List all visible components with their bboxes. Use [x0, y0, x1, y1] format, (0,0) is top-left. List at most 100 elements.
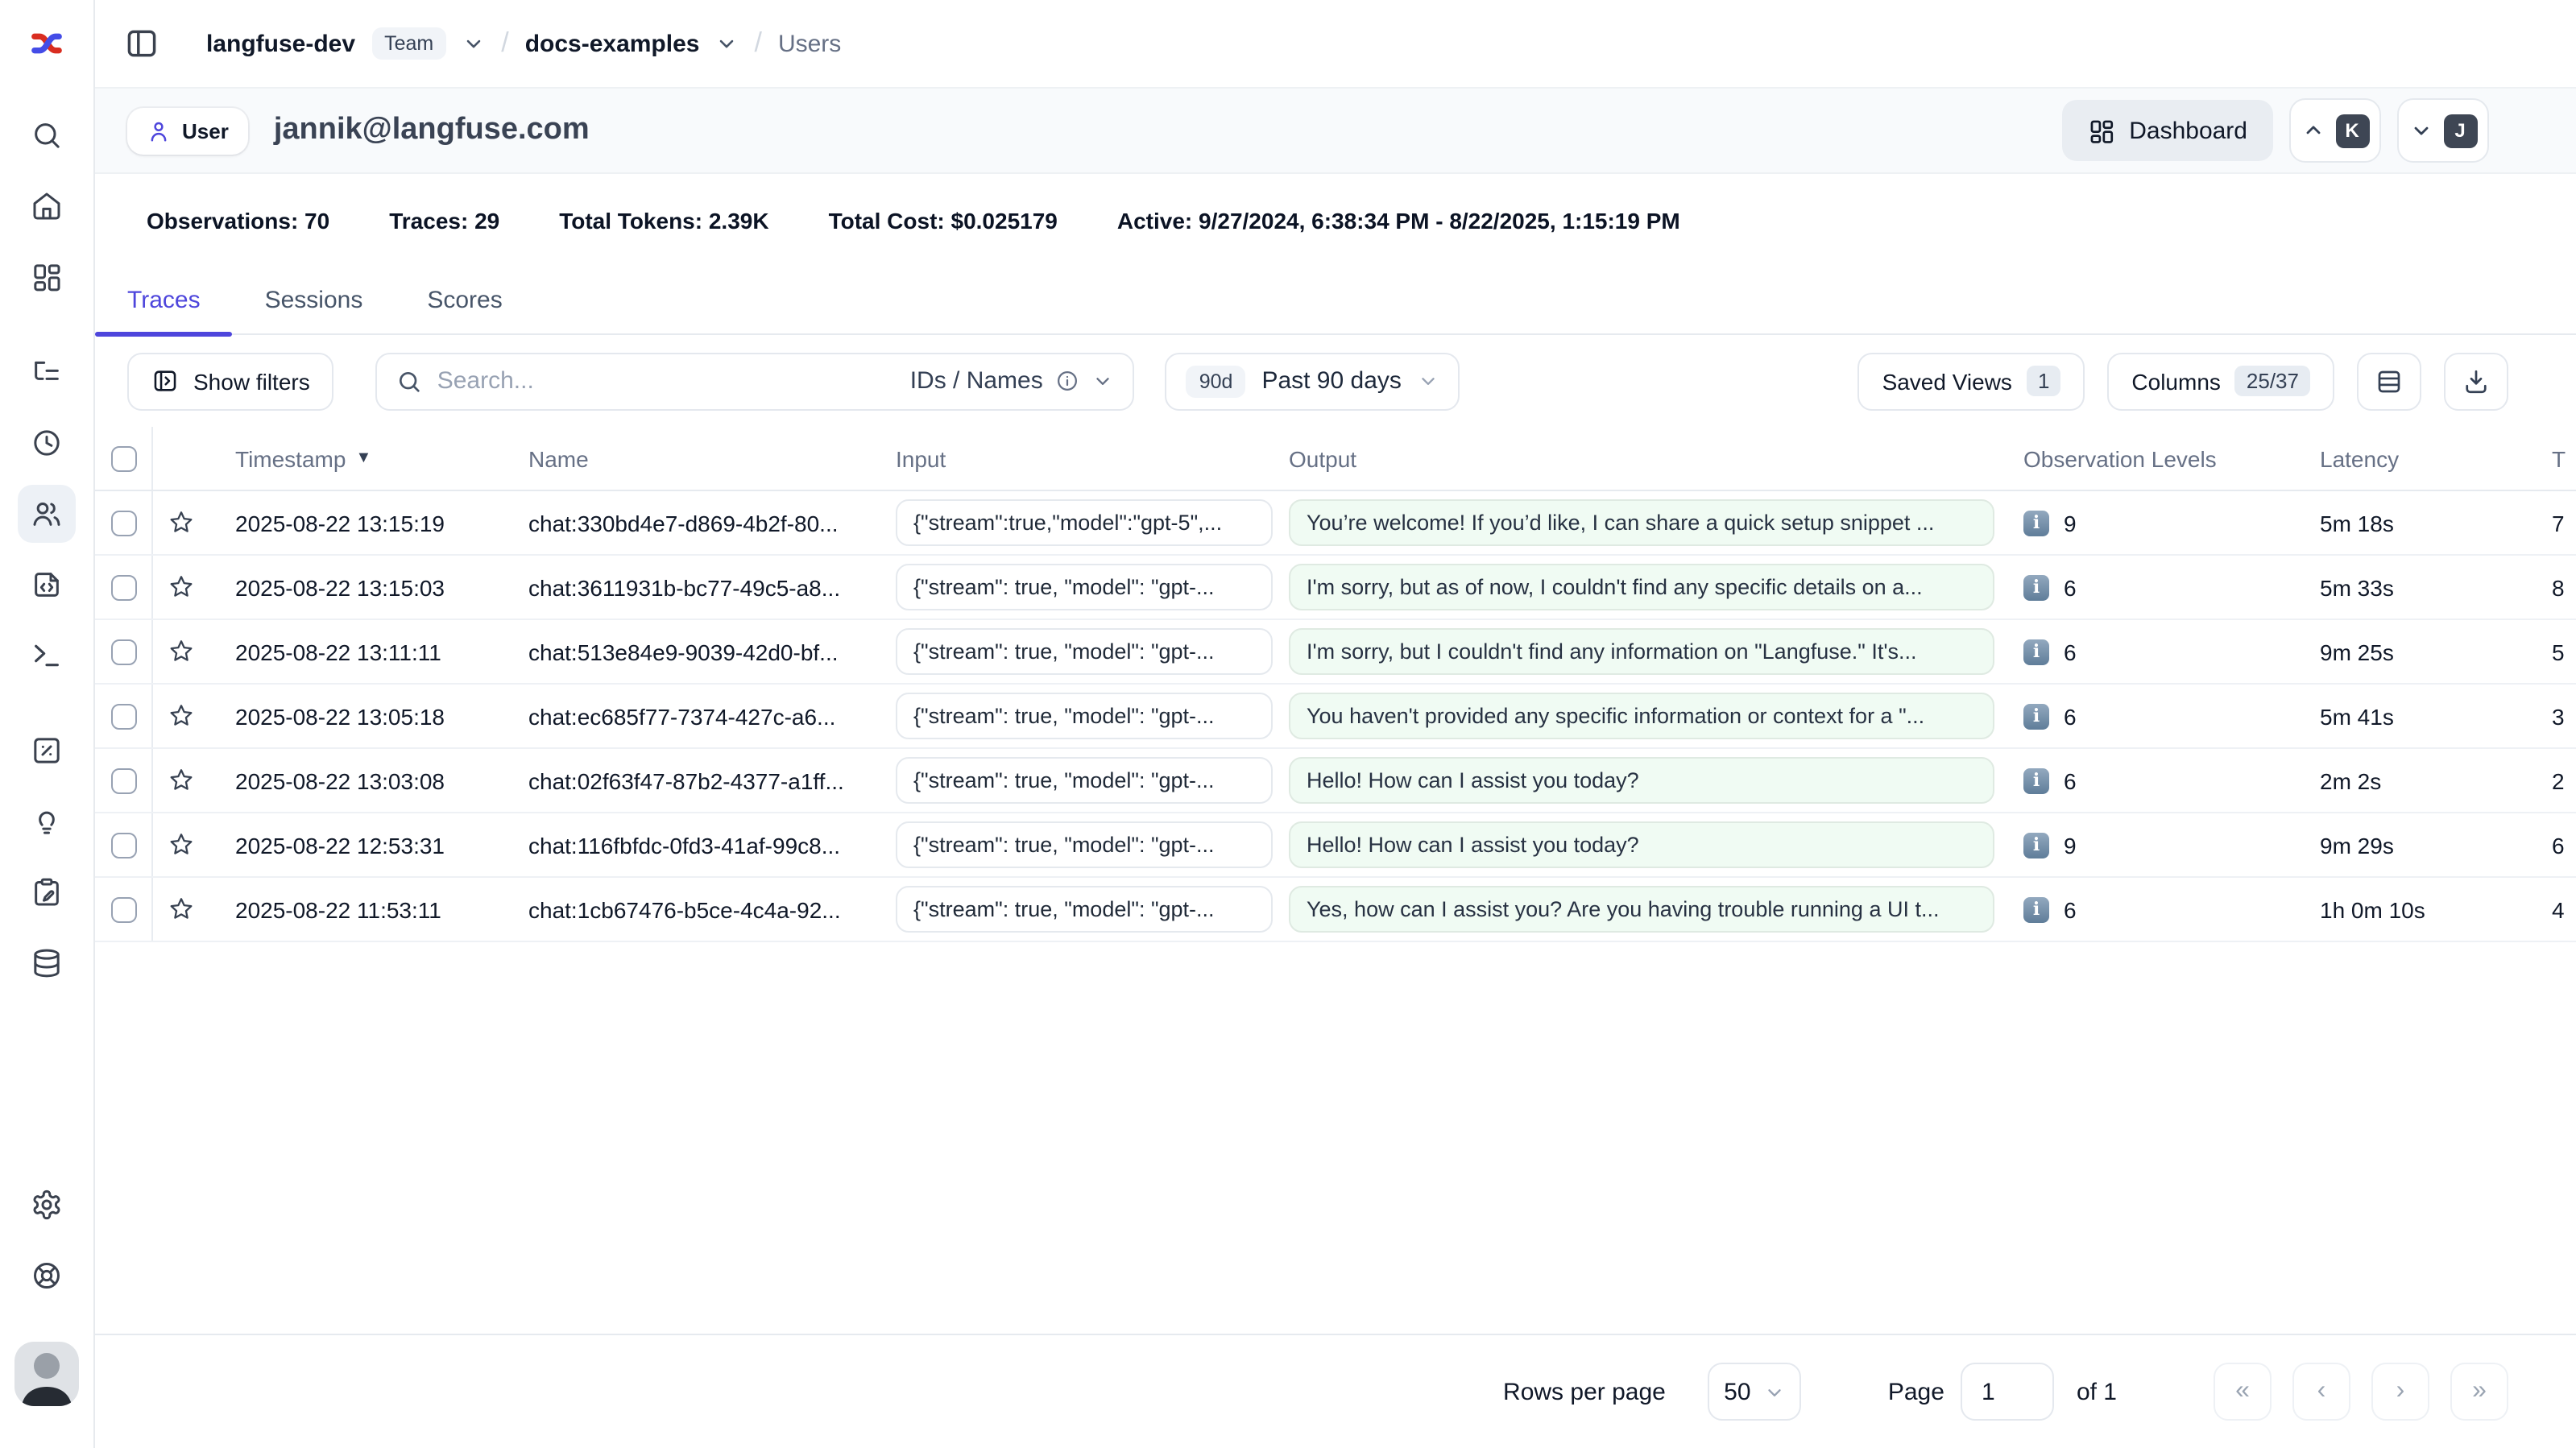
cell-input[interactable]: {"stream": true, "model": "gpt-... [896, 628, 1273, 675]
sidebar-item-support[interactable] [18, 1247, 76, 1305]
cell-input[interactable]: {"stream":true,"model":"gpt-5",... [896, 499, 1273, 546]
table-row[interactable]: 2025-08-22 13:15:03 chat:3611931b-bc77-4… [95, 556, 2576, 620]
export-button[interactable] [2444, 352, 2508, 410]
row-checkbox[interactable] [110, 832, 136, 858]
cell-tokens-clipped: 7 [2481, 510, 2576, 536]
tab-sessions[interactable]: Sessions [233, 267, 396, 333]
favorite-star-icon[interactable] [167, 638, 194, 665]
previous-user-button[interactable]: K [2289, 98, 2381, 163]
dashboard-button[interactable]: Dashboard [2061, 100, 2273, 161]
favorite-star-icon[interactable] [167, 509, 194, 536]
table-row[interactable]: 2025-08-22 13:05:18 chat:ec685f77-7374-4… [95, 685, 2576, 749]
cell-output[interactable]: I'm sorry, but as of now, I couldn't fin… [1289, 564, 1994, 610]
sidebar-item-home[interactable] [18, 177, 76, 235]
sidebar-toggle-button[interactable] [116, 18, 168, 69]
show-filters-button[interactable]: Show filters [127, 352, 334, 410]
row-checkbox[interactable] [110, 639, 136, 664]
cell-timestamp: 2025-08-22 13:11:11 [235, 639, 441, 664]
cell-input[interactable]: {"stream": true, "model": "gpt-... [896, 757, 1273, 804]
table-row[interactable]: 2025-08-22 13:15:19 chat:330bd4e7-d869-4… [95, 491, 2576, 556]
breadcrumb-environment[interactable]: docs-examples [525, 30, 700, 57]
row-checkbox[interactable] [110, 703, 136, 729]
cell-tokens-clipped: 2 [2481, 767, 2576, 793]
search-scope-selector[interactable]: IDs / Names [910, 367, 1114, 395]
cell-output[interactable]: Hello! How can I assist you today? [1289, 821, 1994, 868]
cell-name: chat:116fbfdc-0fd3-41af-99c8... [501, 832, 868, 858]
clipboard-pen-icon [31, 876, 63, 908]
cell-output[interactable]: You haven't provided any specific inform… [1289, 693, 1994, 739]
terminal-icon [31, 639, 63, 672]
chevron-down-icon[interactable] [715, 32, 738, 55]
favorite-star-icon[interactable] [167, 573, 194, 601]
favorite-star-icon[interactable] [167, 767, 194, 794]
sidebar-item-datasets[interactable] [18, 934, 76, 992]
cell-output[interactable]: I'm sorry, but I couldn't find any infor… [1289, 628, 1994, 675]
table-row[interactable]: 2025-08-22 11:53:11 chat:1cb67476-b5ce-4… [95, 878, 2576, 942]
tab-scores[interactable]: Scores [395, 267, 534, 333]
lightbulb-icon [31, 805, 63, 838]
home-icon [31, 190, 63, 222]
user-avatar[interactable] [14, 1342, 79, 1406]
cell-output[interactable]: You’re welcome! If you’d like, I can sha… [1289, 499, 1994, 546]
next-user-button[interactable]: J [2397, 98, 2489, 163]
breadcrumb-separator: / [754, 27, 761, 60]
saved-views-label: Saved Views [1882, 368, 2012, 394]
sidebar-item-insights[interactable] [18, 792, 76, 850]
columns-count: 25/37 [2235, 366, 2310, 396]
row-checkbox[interactable] [110, 767, 136, 793]
cell-input[interactable]: {"stream": true, "model": "gpt-... [896, 886, 1273, 933]
select-all-checkbox[interactable] [110, 445, 136, 471]
table-row[interactable]: 2025-08-22 12:53:31 chat:116fbfdc-0fd3-4… [95, 813, 2576, 878]
row-checkbox[interactable] [110, 574, 136, 600]
rows-per-page-select[interactable]: 50 [1708, 1363, 1801, 1421]
row-height-button[interactable] [2357, 352, 2421, 410]
cell-input[interactable]: {"stream": true, "model": "gpt-... [896, 821, 1273, 868]
sidebar-item-sessions[interactable] [18, 414, 76, 472]
chevron-down-icon[interactable] [462, 32, 485, 55]
file-code-icon [31, 569, 63, 601]
sidebar-item-evaluation[interactable] [18, 722, 76, 780]
table-row[interactable]: 2025-08-22 13:11:11 chat:513e84e9-9039-4… [95, 620, 2576, 685]
favorite-star-icon[interactable] [167, 896, 194, 923]
filter-panel-icon [151, 367, 179, 395]
tab-traces[interactable]: Traces [95, 267, 233, 333]
cell-input[interactable]: {"stream": true, "model": "gpt-... [896, 564, 1273, 610]
cell-output[interactable]: Hello! How can I assist you today? [1289, 757, 1994, 804]
header-timestamp[interactable]: Timestamp ▼ [208, 445, 501, 471]
project-plan-badge: Team [371, 27, 446, 60]
sidebar-item-annotation[interactable] [18, 863, 76, 921]
table-row[interactable]: 2025-08-22 13:03:08 chat:02f63f47-87b2-4… [95, 749, 2576, 813]
row-checkbox[interactable] [110, 510, 136, 536]
page-number-input[interactable] [1961, 1363, 2054, 1421]
cell-output[interactable]: Yes, how can I assist you? Are you havin… [1289, 886, 1994, 933]
cell-timestamp: 2025-08-22 13:05:18 [235, 703, 445, 729]
sidebar-item-settings[interactable] [18, 1176, 76, 1234]
show-filters-label: Show filters [193, 368, 310, 394]
user-type-label: User [182, 118, 229, 143]
sidebar-item-playground[interactable] [18, 627, 76, 685]
row-checkbox[interactable] [110, 896, 136, 922]
date-range-picker[interactable]: 90d Past 90 days [1166, 352, 1460, 410]
favorite-star-icon[interactable] [167, 831, 194, 858]
life-buoy-icon [31, 1260, 63, 1292]
previous-page-button[interactable]: ‹ [2292, 1363, 2350, 1421]
saved-views-button[interactable]: Saved Views 1 [1858, 352, 2085, 410]
next-page-button[interactable]: › [2371, 1363, 2429, 1421]
sidebar-item-prompts[interactable] [18, 556, 76, 614]
last-page-button[interactable]: » [2450, 1363, 2508, 1421]
cell-latency: 5m 41s [2294, 703, 2481, 729]
favorite-star-icon[interactable] [167, 702, 194, 730]
sidebar-item-tracing[interactable] [18, 343, 76, 401]
langfuse-logo[interactable] [0, 0, 93, 87]
cell-input[interactable]: {"stream": true, "model": "gpt-... [896, 693, 1273, 739]
sidebar-item-search[interactable] [18, 106, 76, 164]
breadcrumb-project[interactable]: langfuse-dev [206, 30, 355, 57]
sidebar-item-dashboards[interactable] [18, 248, 76, 306]
search-input[interactable] [437, 367, 896, 395]
sidebar-item-users[interactable] [18, 485, 76, 543]
user-type-badge: User [127, 107, 248, 154]
avatar-image [14, 1342, 79, 1406]
chevron-down-icon [1093, 370, 1114, 391]
columns-button[interactable]: Columns 25/37 [2107, 352, 2334, 410]
first-page-button[interactable]: « [2214, 1363, 2272, 1421]
